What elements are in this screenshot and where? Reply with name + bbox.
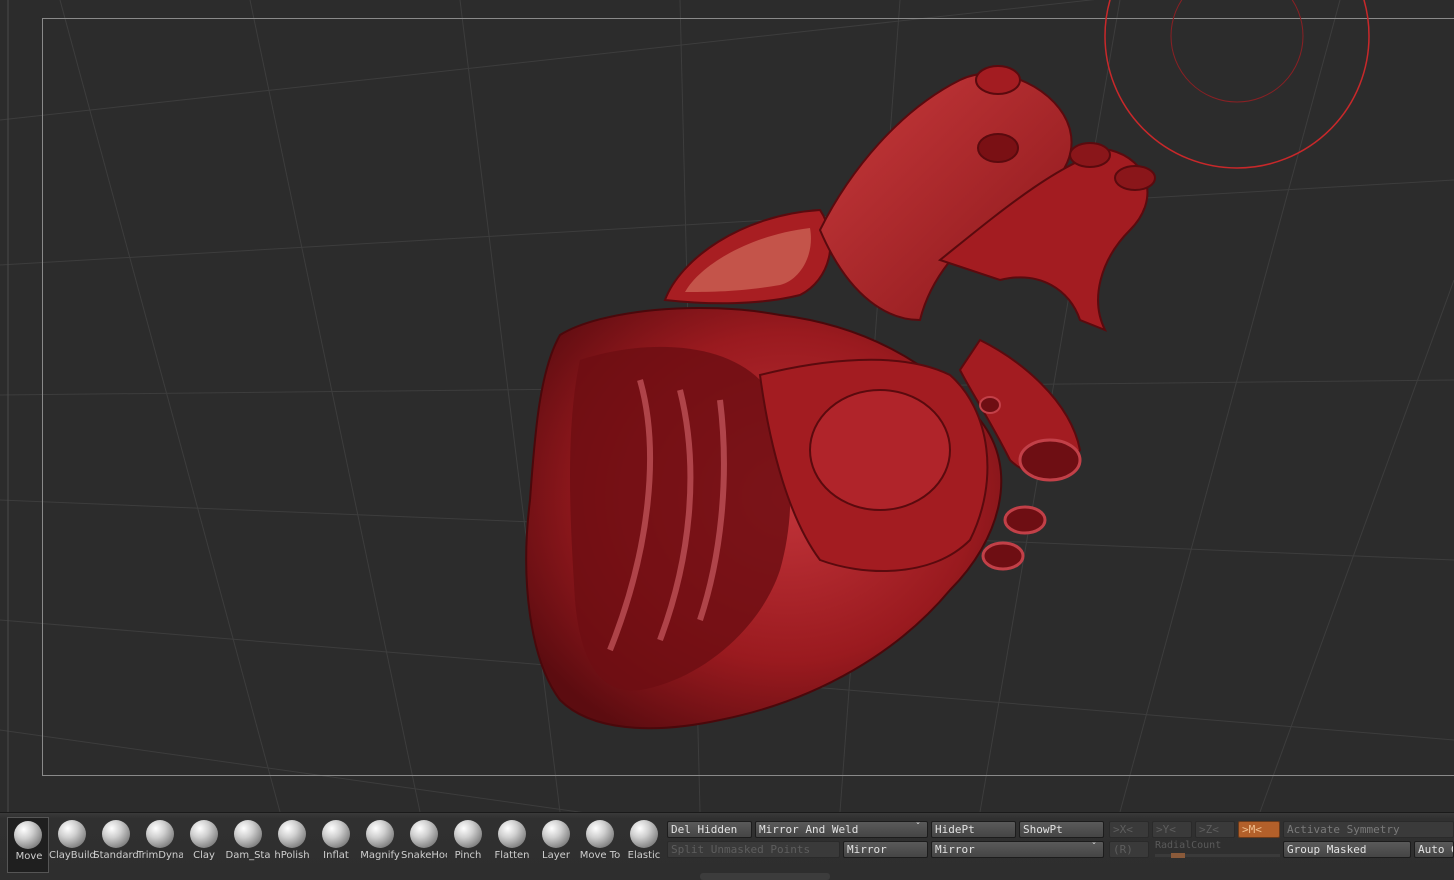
radialcount-slider[interactable] bbox=[1155, 853, 1280, 858]
brush-move[interactable]: Move bbox=[7, 817, 49, 873]
brush-move-to[interactable]: Move To bbox=[579, 817, 621, 873]
brush-trimdyna[interactable]: TrimDyna bbox=[137, 817, 183, 873]
mirror-dropdown-label: Mirror bbox=[935, 843, 975, 856]
mirror-and-weld-button[interactable]: Mirror And Weld ˇ bbox=[755, 821, 928, 838]
brush-sphere-icon bbox=[542, 820, 570, 848]
brush-label: Move To bbox=[579, 850, 621, 861]
brush-magnify[interactable]: Magnify bbox=[359, 817, 401, 873]
brush-dam-sta[interactable]: Dam_Sta bbox=[225, 817, 271, 873]
brush-elastic[interactable]: Elastic bbox=[623, 817, 665, 873]
brush-label: Standard bbox=[93, 850, 139, 861]
brush-pinch[interactable]: Pinch bbox=[447, 817, 489, 873]
bottom-toolbar: Move ClayBuildupStandardTrimDyna Clay Dam_S… bbox=[0, 812, 1454, 880]
brush-sphere-icon bbox=[278, 820, 306, 848]
chevron-icon: ˇ bbox=[914, 822, 921, 833]
brush-label: Inflat bbox=[323, 850, 349, 861]
brush-label: Dam_Sta bbox=[225, 850, 271, 861]
brush-hpolish[interactable]: hPolish bbox=[271, 817, 313, 873]
3d-viewport[interactable] bbox=[0, 0, 1454, 812]
brush-claybuildup[interactable]: ClayBuildup bbox=[49, 817, 95, 873]
mirror-button[interactable]: Mirror bbox=[843, 841, 928, 858]
brush-sphere-icon bbox=[410, 820, 438, 848]
del-hidden-button[interactable]: Del Hidden bbox=[667, 821, 752, 838]
radialcount-label: RadialCount bbox=[1155, 840, 1222, 851]
chevron-icon: ˇ bbox=[1090, 842, 1097, 853]
slider-knob[interactable] bbox=[1171, 853, 1185, 858]
brush-inflat[interactable]: Inflat bbox=[315, 817, 357, 873]
symmetry-y-button[interactable]: >Y< bbox=[1152, 821, 1192, 838]
hidept-button[interactable]: HidePt bbox=[931, 821, 1016, 838]
brush-sphere-icon bbox=[586, 820, 614, 848]
showpt-button[interactable]: ShowPt bbox=[1019, 821, 1104, 838]
brush-label: TrimDyna bbox=[137, 850, 183, 861]
brush-label: Flatten bbox=[494, 850, 530, 861]
brush-label: Pinch bbox=[454, 850, 482, 861]
brush-snakehoo[interactable]: SnakeHoo bbox=[401, 817, 447, 873]
brush-label: hPolish bbox=[274, 850, 310, 861]
split-unmasked-points-button[interactable]: Split Unmasked Points bbox=[667, 841, 840, 858]
brush-sphere-icon bbox=[454, 820, 482, 848]
radial-toggle-button[interactable]: (R) bbox=[1109, 841, 1149, 858]
group-masked-button[interactable]: Group Masked bbox=[1283, 841, 1411, 858]
symmetry-m-button[interactable]: >M< bbox=[1238, 821, 1280, 838]
brush-sphere-icon bbox=[190, 820, 218, 848]
brush-sphere-icon bbox=[322, 820, 350, 848]
brush-label: Clay bbox=[193, 850, 215, 861]
mirror-and-weld-label: Mirror And Weld bbox=[759, 823, 859, 836]
brush-standard[interactable]: Standard bbox=[93, 817, 139, 873]
brush-flatten[interactable]: Flatten bbox=[491, 817, 533, 873]
brush-label: Move bbox=[15, 851, 43, 862]
brush-label: Elastic bbox=[627, 850, 661, 861]
brush-cursor-icon bbox=[1104, 0, 1370, 169]
mirror-dropdown[interactable]: Mirror ˇ bbox=[931, 841, 1104, 858]
brush-label: ClayBuildup bbox=[49, 850, 95, 861]
brush-label: Layer bbox=[542, 850, 570, 861]
brush-sphere-icon bbox=[498, 820, 526, 848]
brush-label: SnakeHoo bbox=[401, 850, 447, 861]
symmetry-x-button[interactable]: >X< bbox=[1109, 821, 1149, 838]
brush-sphere-icon bbox=[146, 820, 174, 848]
brush-clay[interactable]: Clay bbox=[183, 817, 225, 873]
brush-layer[interactable]: Layer bbox=[535, 817, 577, 873]
brush-sphere-icon bbox=[102, 820, 130, 848]
brush-sphere-icon bbox=[630, 820, 658, 848]
symmetry-z-button[interactable]: >Z< bbox=[1195, 821, 1235, 838]
auto-groups-button[interactable]: Auto G bbox=[1414, 841, 1454, 858]
brush-sphere-icon bbox=[14, 821, 42, 849]
brush-sphere-icon bbox=[234, 820, 262, 848]
brush-sphere-icon bbox=[366, 820, 394, 848]
activate-symmetry-button[interactable]: Activate Symmetry bbox=[1283, 821, 1454, 838]
brush-label: Magnify bbox=[360, 850, 400, 861]
brush-sphere-icon bbox=[58, 820, 86, 848]
